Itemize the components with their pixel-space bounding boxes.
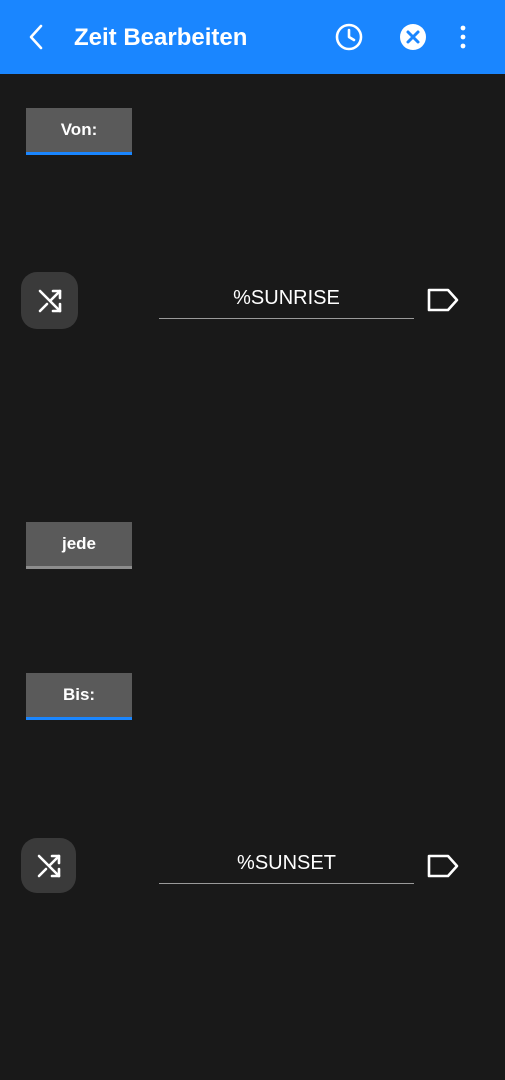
to-time-field[interactable]: %SUNSET <box>159 844 414 884</box>
back-arrow-icon[interactable] <box>20 21 52 53</box>
from-toggle-button[interactable]: Von: <box>26 108 132 155</box>
to-toggle-button[interactable]: Bis: <box>26 673 132 720</box>
from-shuffle-button[interactable] <box>21 272 78 329</box>
page-title: Zeit Bearbeiten <box>74 24 248 51</box>
shuffle-icon <box>37 854 60 877</box>
more-vert-icon[interactable] <box>445 19 481 55</box>
from-tag-icon[interactable] <box>424 285 462 315</box>
app-bar: Zeit Bearbeiten <box>0 0 505 74</box>
to-tag-icon[interactable] <box>424 851 462 881</box>
from-time-field[interactable]: %SUNRISE <box>159 279 414 319</box>
to-shuffle-button[interactable] <box>21 838 76 893</box>
every-toggle-button[interactable]: jede <box>26 522 132 569</box>
close-circle-icon[interactable] <box>395 19 431 55</box>
clock-icon[interactable] <box>331 19 367 55</box>
shuffle-icon <box>38 289 61 312</box>
